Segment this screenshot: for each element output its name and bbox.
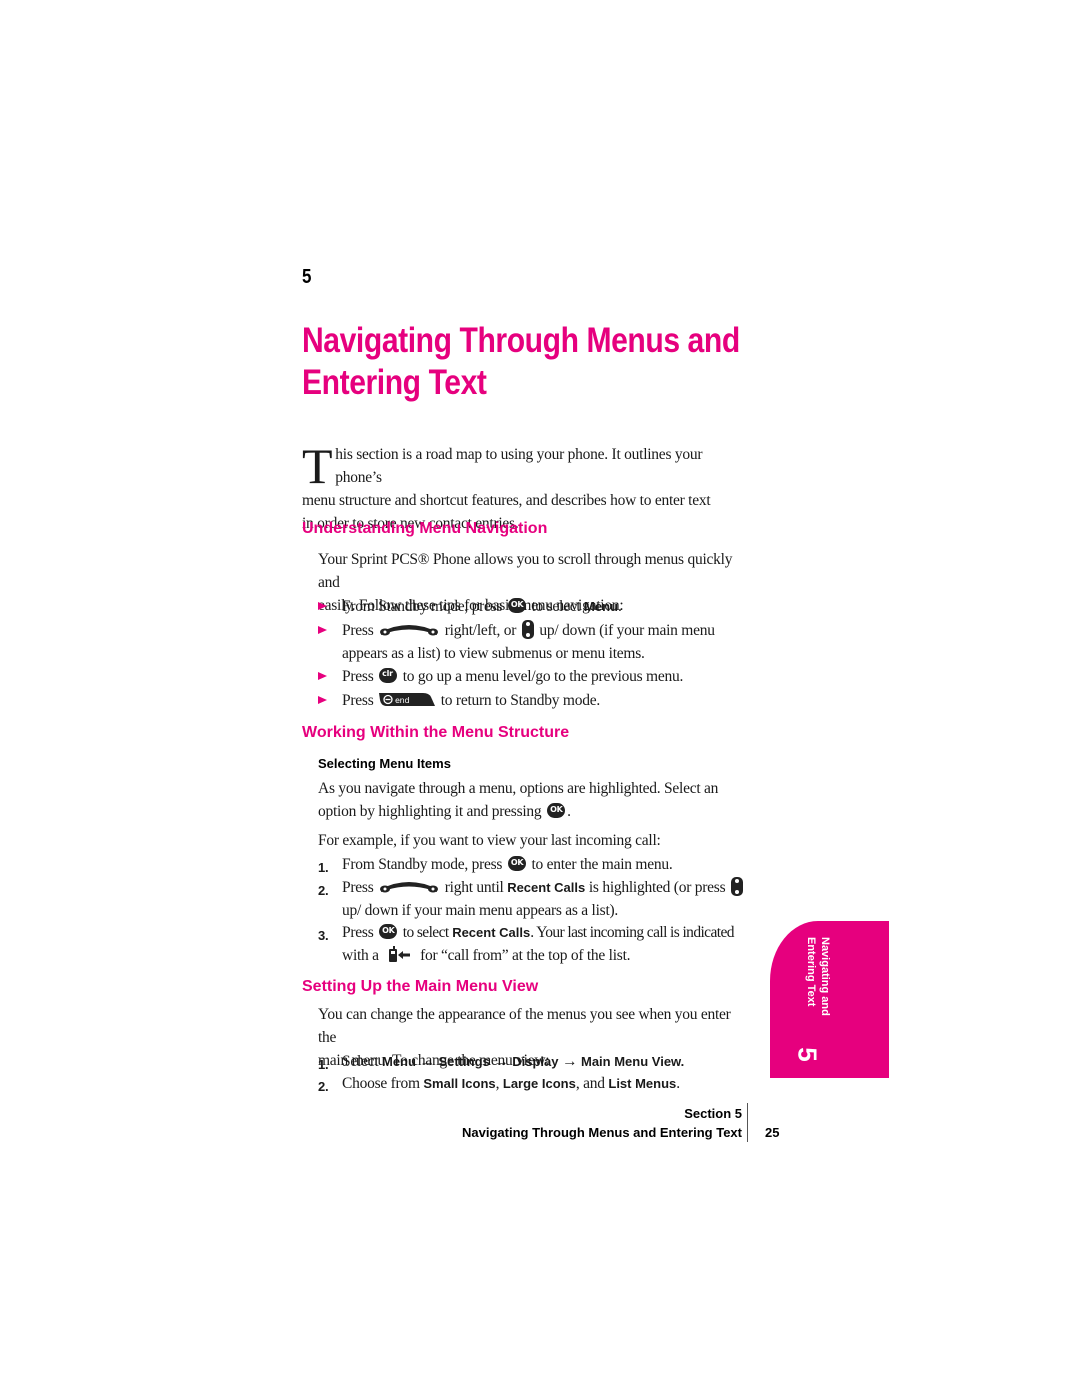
chapter-title-line-1: Navigating Through Menus and	[302, 321, 740, 360]
bullet-text: to return to Standby mode.	[440, 692, 601, 709]
intro-line-2: menu structure and shortcut features, an…	[302, 492, 711, 509]
end-key-icon: end	[379, 692, 436, 706]
menu-path-item: Main Menu View.	[581, 1054, 685, 1069]
step-number: 2.	[318, 883, 329, 898]
subheading-selecting-menu-items: Selecting Menu Items	[318, 756, 451, 771]
bullet-triangle-icon	[318, 672, 327, 680]
bullet-text: Press	[342, 692, 374, 709]
heading-working-within-menu-structure: Working Within the Menu Structure	[302, 724, 570, 741]
heading-understanding-menu-navigation: Understanding Menu Navigation	[302, 520, 548, 537]
intro-line-1: his section is a road map to using your …	[335, 446, 703, 486]
keyword-recent-calls: Recent Calls	[507, 880, 586, 895]
bullet-text-continued: appears as a list) to view submenus or m…	[342, 645, 645, 662]
heading-setting-up-main-menu-view: Setting Up the Main Menu View	[302, 978, 539, 995]
paragraph-line: You can change the appearance of the men…	[318, 1006, 731, 1046]
bullet-text: .	[617, 598, 622, 615]
paragraph-line: Your Sprint PCS® Phone allows you to scr…	[318, 551, 733, 591]
bullet-text: right/left, or	[444, 622, 517, 639]
paragraph: As you navigate through a menu, options …	[318, 777, 748, 823]
step-text: Choose from	[342, 1075, 420, 1092]
step-text: to enter the main menu.	[531, 856, 673, 873]
example-text: For example, if you want to view your la…	[318, 832, 661, 849]
step-number: 2.	[318, 1079, 329, 1094]
menu-path-item: Settings	[438, 1054, 490, 1069]
chapter-title-line-2: Entering Text	[302, 363, 487, 402]
bullet-text: From Standby mode, press	[342, 598, 503, 615]
page-number: 25	[765, 1125, 780, 1140]
footer-divider	[747, 1103, 748, 1142]
step-text: right until	[444, 879, 504, 896]
arrow-icon: →	[562, 1053, 578, 1070]
arrow-icon: →	[419, 1053, 436, 1070]
step-text: Press	[342, 879, 374, 896]
step-text: .	[676, 1075, 680, 1092]
chapter-title: Navigating Through Menus and Entering Te…	[302, 320, 749, 404]
arrow-icon: →	[493, 1053, 509, 1070]
step-text: , and	[575, 1075, 605, 1092]
ok-key-icon	[379, 923, 398, 939]
svg-text:end: end	[395, 696, 409, 705]
menu-path-item: Display	[512, 1054, 559, 1069]
side-tab-label: Navigating and Entering Text	[784, 937, 864, 1037]
option-small-icons: Small Icons	[423, 1076, 496, 1091]
bullet-text: to select	[531, 598, 581, 615]
bullet-text: Press	[342, 668, 374, 685]
bullet-text: up/ down (if your main menu	[539, 622, 715, 639]
bullet-triangle-icon	[318, 602, 327, 610]
step-number: 1.	[318, 1057, 329, 1072]
ok-key-icon	[507, 597, 526, 613]
footer-section-label: Section 5	[684, 1106, 742, 1121]
paragraph-line: As you navigate through a menu, options …	[318, 780, 719, 797]
step-text: ,	[495, 1075, 500, 1092]
step-text: Press	[342, 924, 374, 941]
menu-path-item: Menu	[382, 1054, 416, 1069]
ok-key-icon	[547, 802, 566, 818]
paragraph-line: option by highlighting it and pressing	[318, 803, 542, 820]
step-text: . Your last incoming call is indicated	[530, 924, 734, 941]
step-text: to select	[402, 924, 449, 941]
step-text-continued: with a	[342, 947, 379, 964]
bullet-triangle-icon	[318, 696, 327, 704]
step-number: 1.	[318, 860, 329, 875]
step-text: From Standby mode, press	[342, 856, 503, 873]
chapter-side-tab: Navigating and Entering Text 5	[770, 921, 889, 1078]
option-large-icons: Large Icons	[502, 1076, 576, 1091]
step-text-continued: for “call from” at the top of the list.	[420, 947, 631, 964]
bullet-triangle-icon	[318, 626, 327, 634]
keyword-recent-calls: Recent Calls	[452, 925, 531, 940]
step-text-continued: up/ down if your main menu appears as a …	[342, 902, 619, 919]
section-number: 5	[302, 266, 312, 288]
up-down-key-icon	[730, 876, 743, 896]
bullet-text: to go up a menu level/go to the previous…	[402, 668, 684, 685]
ok-key-icon	[507, 855, 526, 871]
paragraph-text: .	[567, 803, 571, 820]
call-from-icon	[389, 946, 411, 963]
footer-chapter-title: Navigating Through Menus and Entering Te…	[462, 1125, 742, 1140]
step-text: is highlighted (or press	[588, 879, 726, 896]
side-tab-label-line-1: Navigating and	[819, 937, 831, 1016]
keyword-menu: Menu	[584, 599, 618, 614]
side-tab-label-line-2: Entering Text	[805, 937, 817, 1007]
drop-cap: T	[302, 438, 333, 494]
side-tab-number: 5	[792, 1047, 823, 1062]
clr-key-icon	[379, 667, 398, 683]
navigation-key-icon	[380, 625, 439, 636]
up-down-key-icon	[521, 619, 534, 639]
step-text: Select	[342, 1053, 379, 1070]
step-number: 3.	[318, 928, 329, 943]
bullet-text: Press	[342, 622, 374, 639]
navigation-key-icon	[380, 882, 439, 893]
option-list-menus: List Menus	[608, 1076, 677, 1091]
